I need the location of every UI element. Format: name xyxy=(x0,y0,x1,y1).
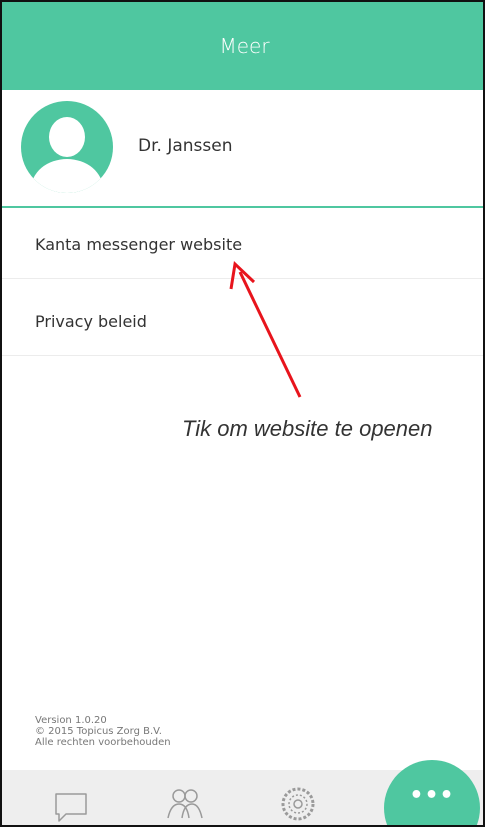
tab-contacts[interactable] xyxy=(165,784,205,824)
rights-label: Alle rechten voorbehouden xyxy=(35,737,171,748)
version-info: Version 1.0.20 © 2015 Topicus Zorg B.V. … xyxy=(35,715,171,748)
chat-icon xyxy=(55,793,87,822)
menu-item-privacy[interactable]: Privacy beleid xyxy=(2,286,483,356)
more-dots-icon: ••• xyxy=(409,782,455,808)
app-frame: Meer Dr. Janssen Kanta messenger website… xyxy=(0,0,485,827)
version-label: Version 1.0.20 xyxy=(35,715,107,726)
avatar xyxy=(21,101,113,193)
profile-name: Dr. Janssen xyxy=(138,136,233,156)
avatar-body-icon xyxy=(31,159,103,193)
profile-section[interactable]: Dr. Janssen xyxy=(2,90,483,206)
profile-divider xyxy=(2,206,483,208)
copyright-label: © 2015 Topicus Zorg B.V. xyxy=(35,726,162,737)
tab-organization[interactable] xyxy=(278,784,318,824)
tab-chat[interactable] xyxy=(52,784,92,824)
page-title: Meer xyxy=(219,34,270,58)
menu-item-label: Kanta messenger website xyxy=(35,235,243,254)
menu-item-label: Privacy beleid xyxy=(35,312,147,331)
organization-icon xyxy=(281,787,315,821)
header: Meer xyxy=(2,2,483,90)
annotation-text: Tik om website te openen xyxy=(182,416,433,441)
people-icon xyxy=(167,789,203,819)
avatar-head-icon xyxy=(49,117,85,157)
menu-item-website[interactable]: Kanta messenger website xyxy=(2,209,483,279)
